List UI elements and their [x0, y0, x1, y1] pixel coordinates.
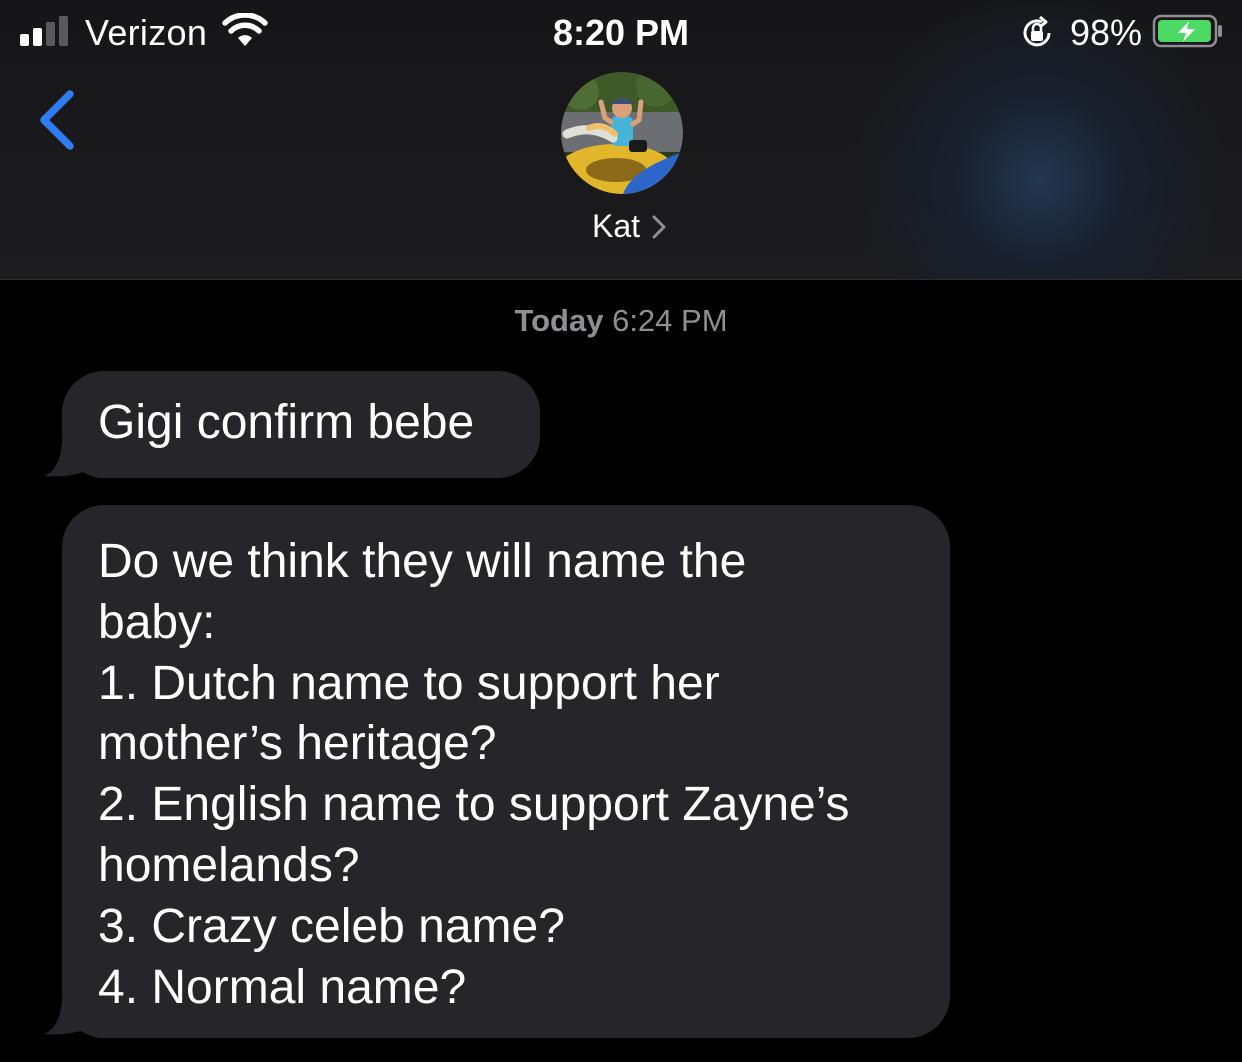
contact-name: Kat — [591, 208, 641, 244]
message-line: mother’s heritage? — [98, 717, 497, 771]
timestamp-day: Today — [514, 303, 604, 338]
timestamp-time: 6:24 PM — [612, 303, 728, 338]
message-line: Do we think they will name the — [98, 535, 747, 588]
message-line: 4. Normal name? — [98, 960, 467, 1014]
status-time: 8:20 PM — [552, 12, 690, 53]
conversation-header: Verizon 8:20 PM 98% Kat — [0, 0, 1242, 280]
messages-screen: Verizon 8:20 PM 98% Kat Today 6:24 PM Gi… — [0, 0, 1242, 1062]
message-line: 1. Dutch name to support her — [98, 656, 720, 710]
message-bubble-incoming[interactable]: Gigi confirm bebe — [62, 371, 540, 478]
message-timestamp: Today 6:24 PM — [0, 303, 1242, 339]
message-line: homelands? — [98, 838, 360, 892]
orientation-lock-icon — [1023, 16, 1051, 47]
contact-details-button[interactable]: Kat — [592, 208, 668, 245]
message-text: Gigi confirm bebe — [98, 396, 475, 449]
message-line: 2. English name to support Zayne’s — [98, 778, 850, 832]
battery-percentage: 98% — [1070, 12, 1143, 53]
contact-name-row: Kat — [0, 208, 1242, 245]
back-button[interactable] — [30, 80, 90, 160]
status-bar: Verizon 8:20 PM 98% — [0, 0, 1242, 64]
message-line: baby: — [98, 595, 216, 649]
battery-charging-icon — [1152, 14, 1222, 48]
message-line: 3. Crazy celeb name? — [98, 899, 565, 953]
contact-avatar[interactable] — [561, 72, 683, 194]
chevron-right-icon — [652, 215, 666, 238]
message-bubble-incoming[interactable]: Do we think they will name the baby: 1. … — [62, 505, 950, 1038]
